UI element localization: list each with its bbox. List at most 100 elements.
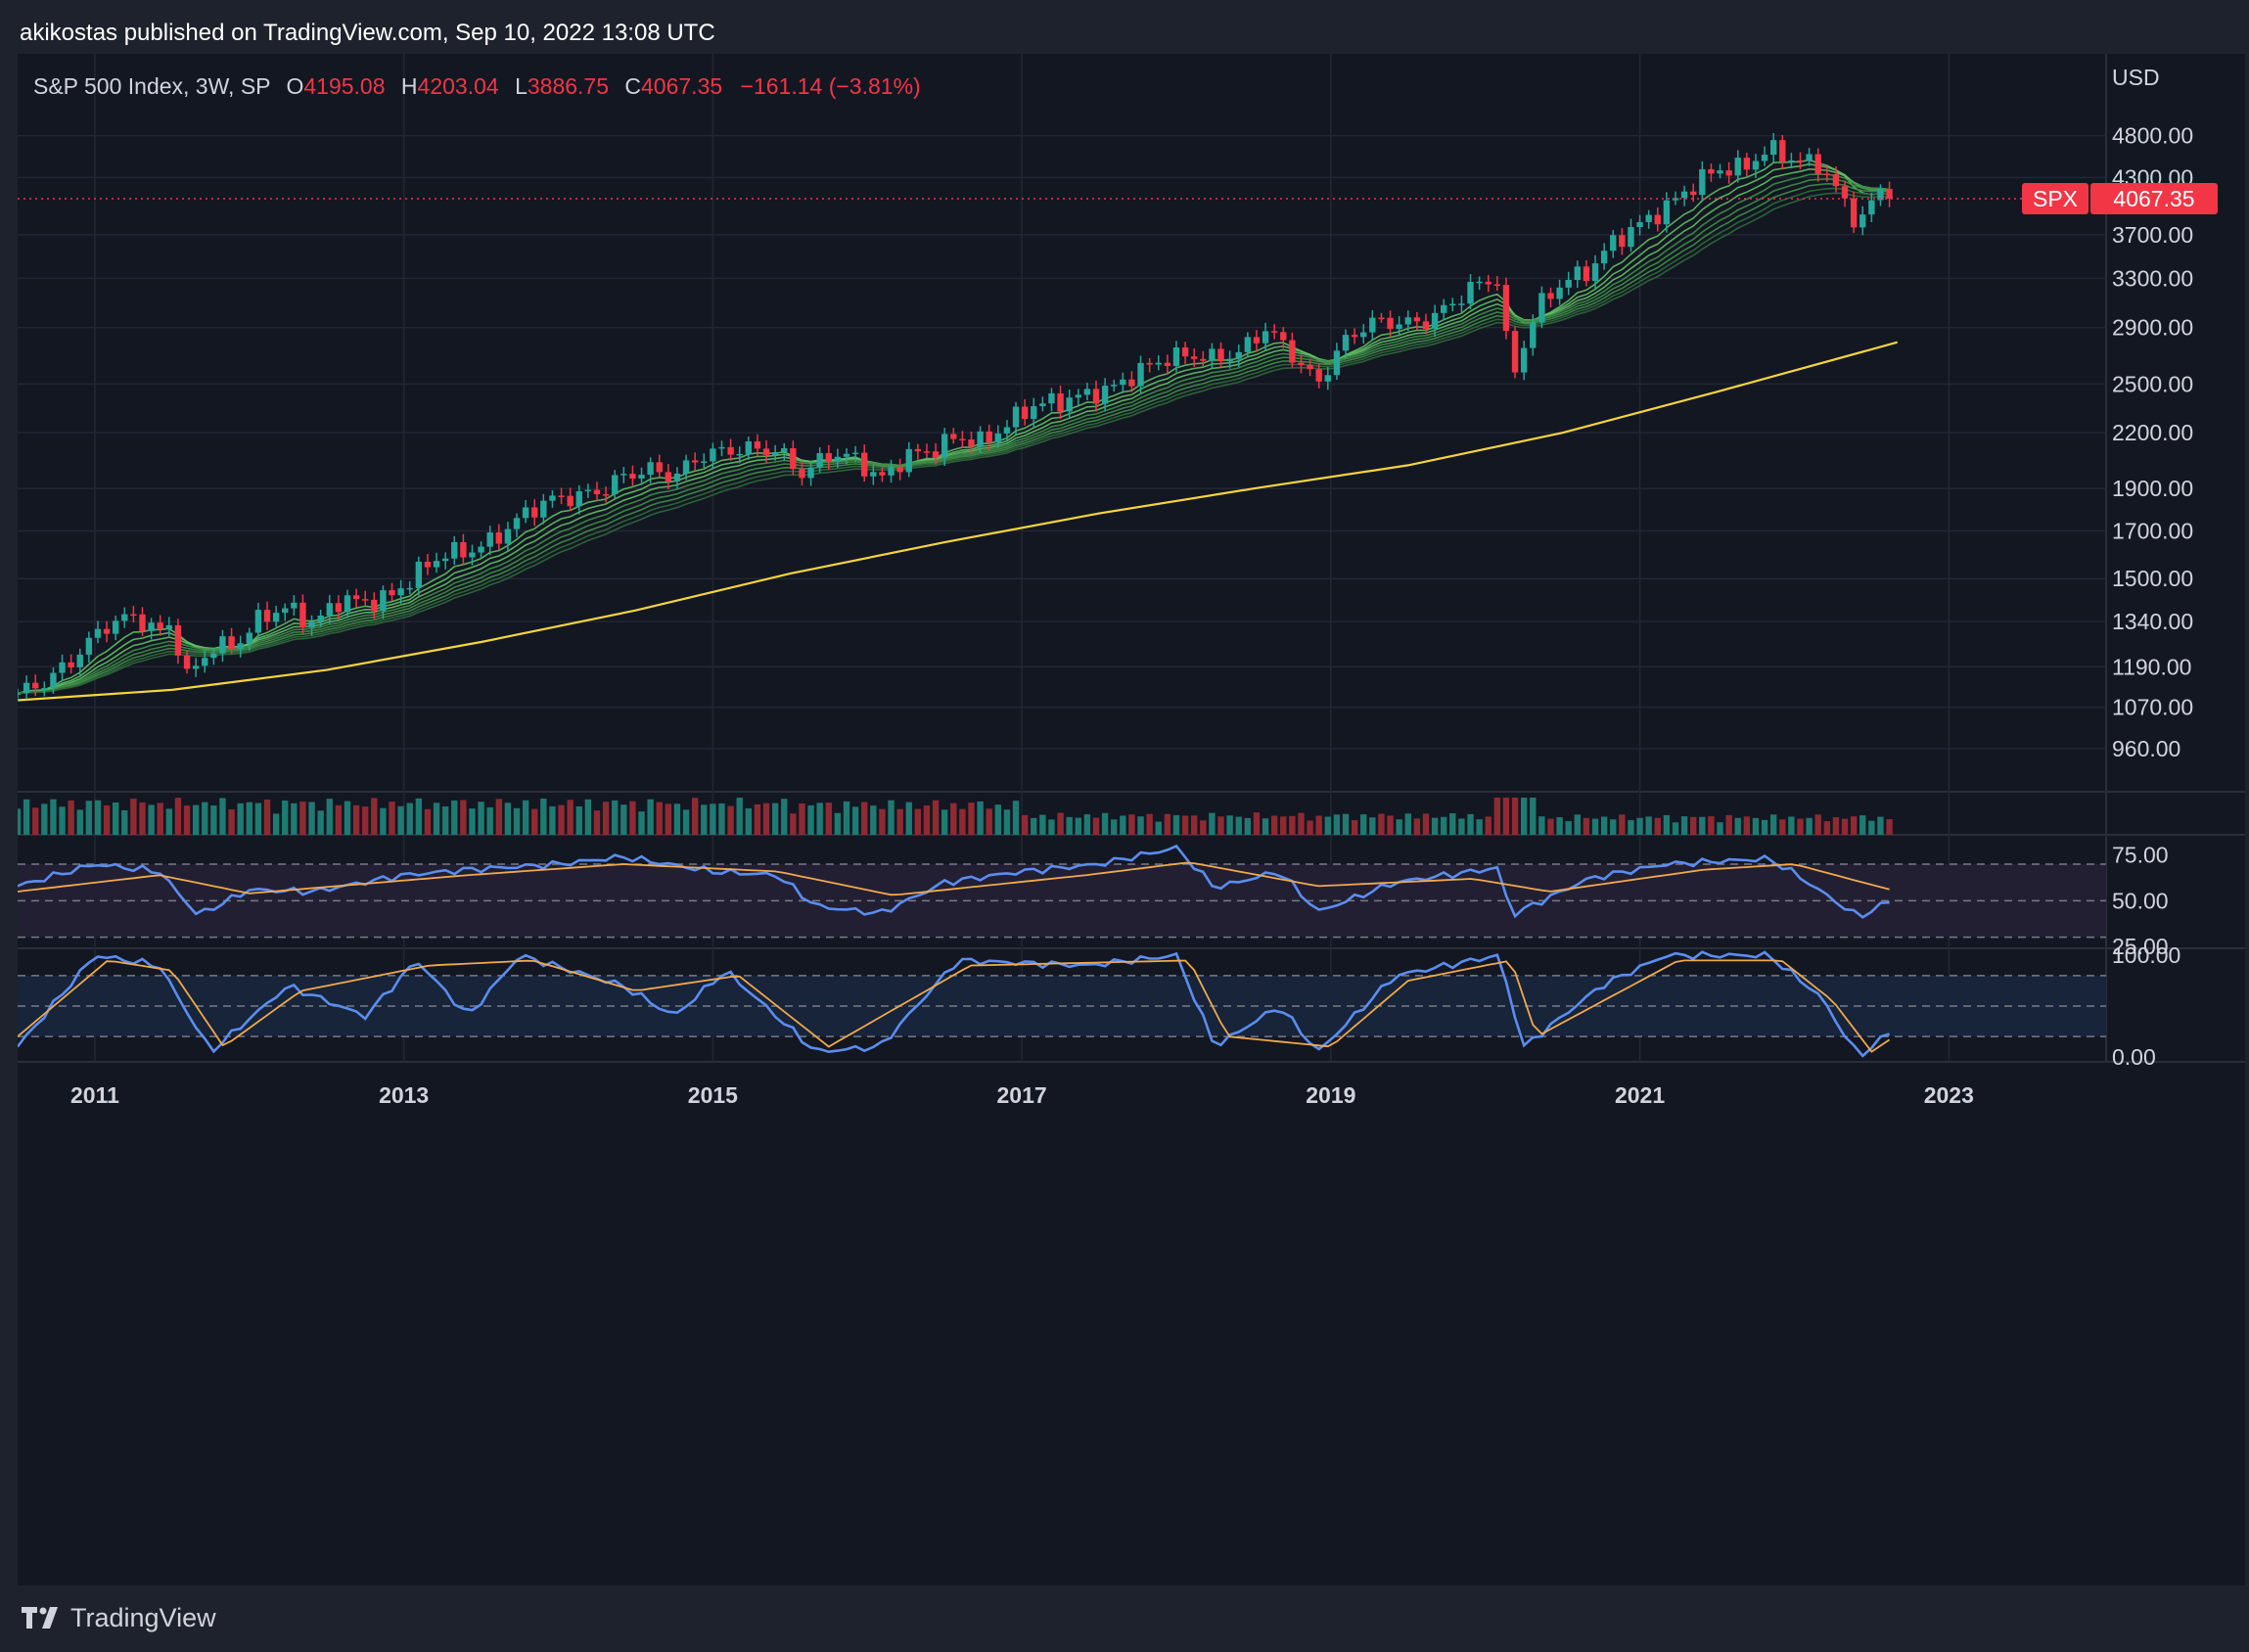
candle-body (1725, 170, 1732, 176)
candle-body (1235, 351, 1242, 359)
price-tick-label: 960.00 (2112, 736, 2180, 761)
candle-body (202, 658, 208, 666)
volume-bar (441, 806, 449, 835)
long-moving-average (18, 341, 1898, 702)
candle-body (879, 472, 886, 476)
candle-body (246, 632, 252, 644)
oscillator-tick-label: 75.00 (2112, 843, 2169, 868)
candle-body (602, 493, 610, 496)
oscillator-tick-label: 0.00 (2112, 1044, 2156, 1070)
volume-bar (59, 806, 66, 835)
volume-bar (1769, 814, 1777, 835)
candle-body (282, 608, 289, 614)
candle-body (620, 474, 627, 476)
candle-body (41, 688, 48, 690)
volume-bar (1476, 819, 1483, 835)
volume-bars (18, 798, 1893, 835)
volume-bar (816, 803, 823, 835)
candle-body (1333, 350, 1341, 376)
volume-bar (1351, 820, 1358, 835)
candle-body (1351, 335, 1358, 338)
candle-body (1083, 389, 1091, 395)
candle-body (781, 447, 788, 453)
volume-bar (851, 806, 859, 835)
volume-bar (1565, 821, 1572, 835)
oscillator-tick-label: 50.00 (2112, 888, 2169, 913)
candle-body (1270, 331, 1278, 333)
candle-body (1422, 321, 1430, 330)
publisher-line: akikostas published on TradingView.com, … (20, 20, 715, 46)
price-axis[interactable]: 4800.004300.003700.003300.002900.002500.… (2112, 123, 2193, 1070)
candle-body (1485, 281, 1492, 285)
volume-bar (923, 805, 931, 835)
candle-body (460, 541, 467, 558)
candle-body (504, 528, 512, 544)
chart-frame[interactable]: 4800.00 4300.00 3700.00 3300.00 2900.00 2500.… (18, 54, 2245, 1585)
candle-body (1556, 287, 1563, 299)
candle-body (326, 603, 333, 616)
candle-body (1413, 317, 1421, 322)
candle-body (495, 532, 502, 544)
candle-body (861, 452, 868, 477)
price-tag-symbol: SPX (2033, 186, 2078, 211)
volume-bar (1779, 819, 1786, 835)
volume-bar (1538, 816, 1545, 835)
candle-body (1111, 385, 1118, 387)
volume-bar (202, 802, 208, 835)
candle-body (1155, 362, 1162, 365)
price-tick-label: 2900.00 (2112, 315, 2193, 341)
volume-bar (228, 809, 235, 835)
volume-bar (1191, 815, 1198, 835)
candle-body (1493, 284, 1501, 287)
volume-bar (879, 808, 886, 835)
volume-bar (977, 801, 984, 835)
volume-bar (50, 799, 57, 835)
candle-body (1645, 214, 1652, 222)
volume-bar (1413, 818, 1421, 835)
volume-bar (237, 803, 244, 835)
candle-body (575, 490, 582, 507)
candle-body (157, 622, 163, 629)
candle-body (1360, 332, 1367, 338)
candle-body (1680, 191, 1688, 199)
volume-bar (148, 804, 155, 835)
tradingview-logo-icon (22, 1607, 58, 1629)
volume-bar (183, 805, 191, 835)
candle-body (1699, 168, 1706, 196)
chart-canvas[interactable]: 4800.004300.003700.003300.002900.002500.… (18, 54, 2245, 1585)
footer[interactable]: TradingView (22, 1601, 216, 1634)
candle-body (1128, 379, 1135, 387)
volume-bar (1226, 815, 1233, 835)
volume-bar (941, 809, 948, 835)
volume-bar (1422, 813, 1430, 835)
candle-body (1262, 331, 1269, 344)
candle-body (219, 636, 226, 654)
candle-body (1342, 335, 1350, 351)
volume-bar (1574, 814, 1582, 835)
candle-body (843, 453, 850, 457)
candle-body (451, 541, 458, 559)
volume-bar (1788, 816, 1795, 835)
volume-bar (1868, 820, 1875, 835)
volume-bar (968, 803, 975, 835)
time-axis[interactable]: 2011 2013 2015 2017 2019 2021 2023 (70, 1082, 1974, 1108)
volume-bar (1378, 813, 1385, 835)
volume-bar (727, 805, 734, 835)
oscillator-tick-label: 100.00 (2112, 942, 2180, 968)
volume-bar (1270, 815, 1278, 835)
volume-bar (1262, 818, 1269, 835)
volume-bar (558, 804, 565, 835)
volume-bar (522, 800, 529, 835)
candle-body (834, 456, 842, 462)
volume-bar (371, 798, 378, 835)
price-tick-label: 1700.00 (2112, 519, 2193, 544)
candle-body (59, 662, 66, 673)
volume-bar (1761, 819, 1768, 835)
legend-low-label: L (515, 73, 528, 99)
volume-bar (1734, 817, 1741, 835)
volume-bar (76, 809, 83, 835)
candle-body (1031, 406, 1037, 420)
legend-change: −161.14 (−3.81%) (740, 73, 921, 99)
price-tag-value: 4067.35 (2113, 186, 2194, 211)
volume-bar (1092, 817, 1100, 835)
